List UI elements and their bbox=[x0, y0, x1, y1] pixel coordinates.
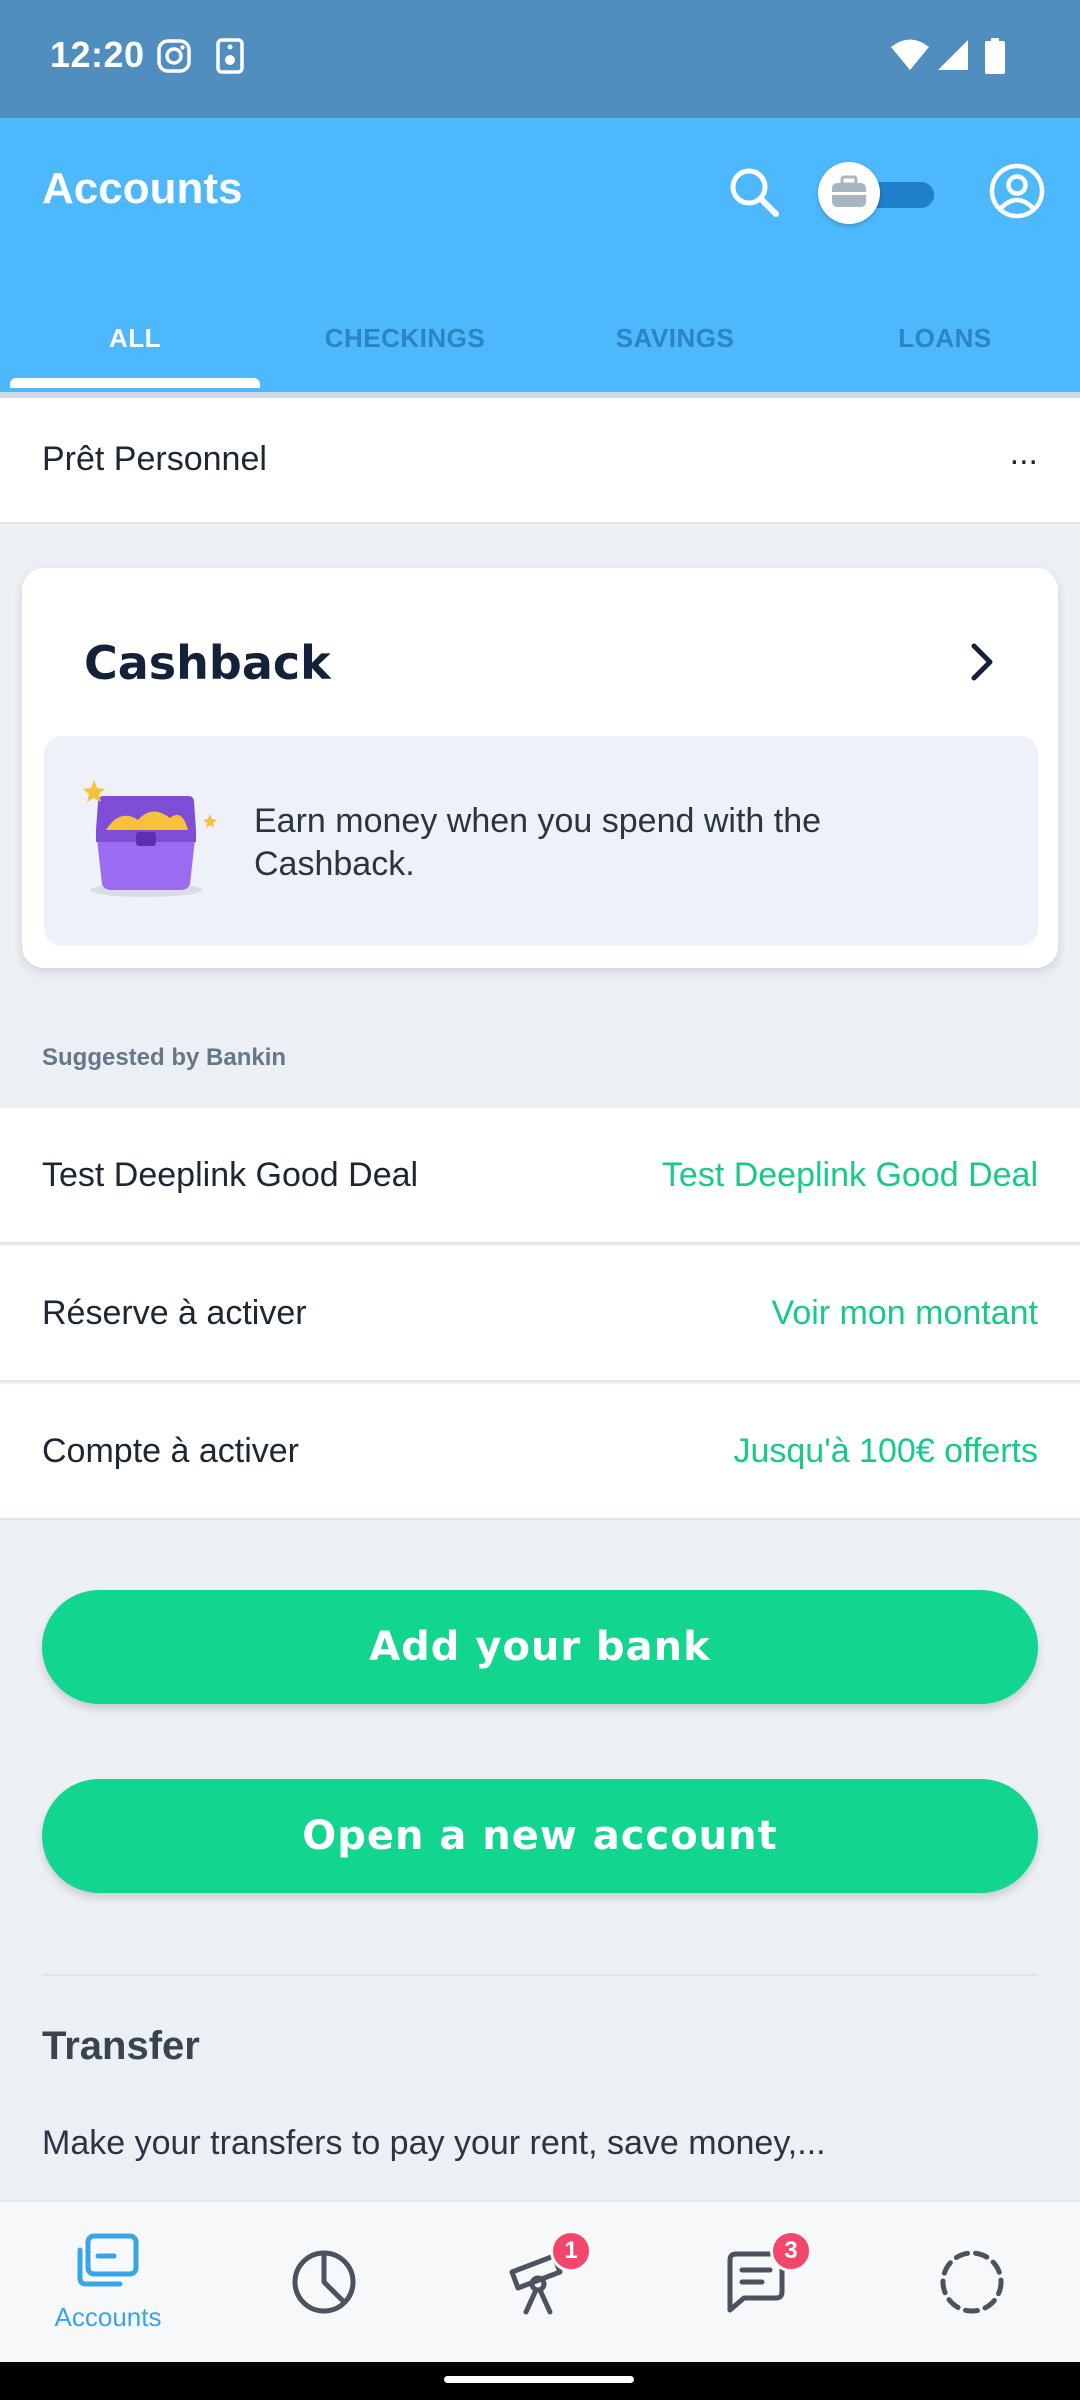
suggested-action-link[interactable]: Voir mon montant bbox=[772, 1294, 1038, 1333]
tab-savings[interactable]: SAVINGS bbox=[540, 290, 810, 386]
open-account-button[interactable]: Open a new account bbox=[42, 1779, 1038, 1893]
suggested-label: Test Deeplink Good Deal bbox=[42, 1156, 419, 1194]
suggested-row-good-deal[interactable]: Test Deeplink Good Deal Test Deeplink Go… bbox=[0, 1108, 1080, 1244]
account-row-pret-personnel[interactable]: Prêt Personnel ... bbox=[0, 398, 1080, 524]
suggested-action-link[interactable]: Test Deeplink Good Deal bbox=[662, 1156, 1038, 1195]
briefcase-icon bbox=[832, 175, 866, 207]
speaker-icon bbox=[216, 38, 244, 74]
battery-icon bbox=[985, 38, 1005, 74]
status-time: 12:20 bbox=[50, 34, 145, 75]
notification-badge: 3 bbox=[770, 2230, 812, 2272]
pro-mode-toggle[interactable] bbox=[816, 160, 936, 226]
active-tab-indicator bbox=[10, 378, 260, 388]
suggested-label: Réserve à activer bbox=[42, 1294, 307, 1332]
transfer-description: Make your transfers to pay your rent, sa… bbox=[42, 2124, 826, 2162]
tab-loans[interactable]: LOANS bbox=[810, 290, 1080, 386]
suggested-caption: Suggested by Bankin bbox=[42, 1044, 287, 1071]
chevron-right-icon[interactable] bbox=[968, 642, 996, 682]
wifi-icon bbox=[891, 39, 929, 70]
tab-all[interactable]: ALL bbox=[0, 290, 270, 386]
signal-icon bbox=[938, 40, 968, 70]
profile-icon[interactable] bbox=[988, 162, 1046, 220]
divider bbox=[42, 1974, 1038, 1976]
home-gesture-handle[interactable] bbox=[444, 2376, 634, 2383]
cashback-title: Cashback bbox=[84, 636, 331, 690]
suggested-row-compte[interactable]: Compte à activer Jusqu'à 100€ offerts bbox=[0, 1384, 1080, 1520]
search-icon[interactable] bbox=[726, 164, 782, 220]
accounts-icon bbox=[77, 2233, 139, 2287]
instagram-icon bbox=[157, 39, 191, 73]
suggested-label: Compte à activer bbox=[42, 1432, 299, 1470]
account-tabs: ALL CHECKINGS SAVINGS LOANS bbox=[0, 290, 1080, 390]
nav-label-accounts: Accounts bbox=[54, 2302, 162, 2332]
more-options-button[interactable]: ... bbox=[1010, 434, 1038, 473]
cashback-card[interactable]: Cashback Earn money when you spend with … bbox=[22, 568, 1058, 968]
status-bar: 12:20 bbox=[0, 0, 1080, 118]
suggested-action-link[interactable]: Jusqu'à 100€ offerts bbox=[733, 1432, 1038, 1471]
notification-badge: 1 bbox=[550, 2230, 592, 2272]
tab-checkings[interactable]: CHECKINGS bbox=[270, 290, 540, 386]
account-name: Prêt Personnel bbox=[42, 440, 267, 478]
add-bank-button[interactable]: Add your bank bbox=[42, 1590, 1038, 1704]
cashback-description: Earn money when you spend with the Cashb… bbox=[254, 802, 822, 883]
transfer-title: Transfer bbox=[42, 2024, 200, 2068]
suggested-row-reserve[interactable]: Réserve à activer Voir mon montant bbox=[0, 1246, 1080, 1382]
analysis-pie-icon bbox=[292, 2250, 356, 2314]
page-title: Accounts bbox=[42, 164, 243, 213]
loading-circle-icon bbox=[940, 2250, 1004, 2314]
app-header: Accounts ALL CHECKINGS SAVINGS LOANS bbox=[0, 118, 1080, 392]
cashback-info-box: Earn money when you spend with the Cashb… bbox=[44, 736, 1038, 946]
system-gesture-bar bbox=[0, 2362, 1080, 2400]
treasure-chest-icon bbox=[83, 780, 217, 897]
